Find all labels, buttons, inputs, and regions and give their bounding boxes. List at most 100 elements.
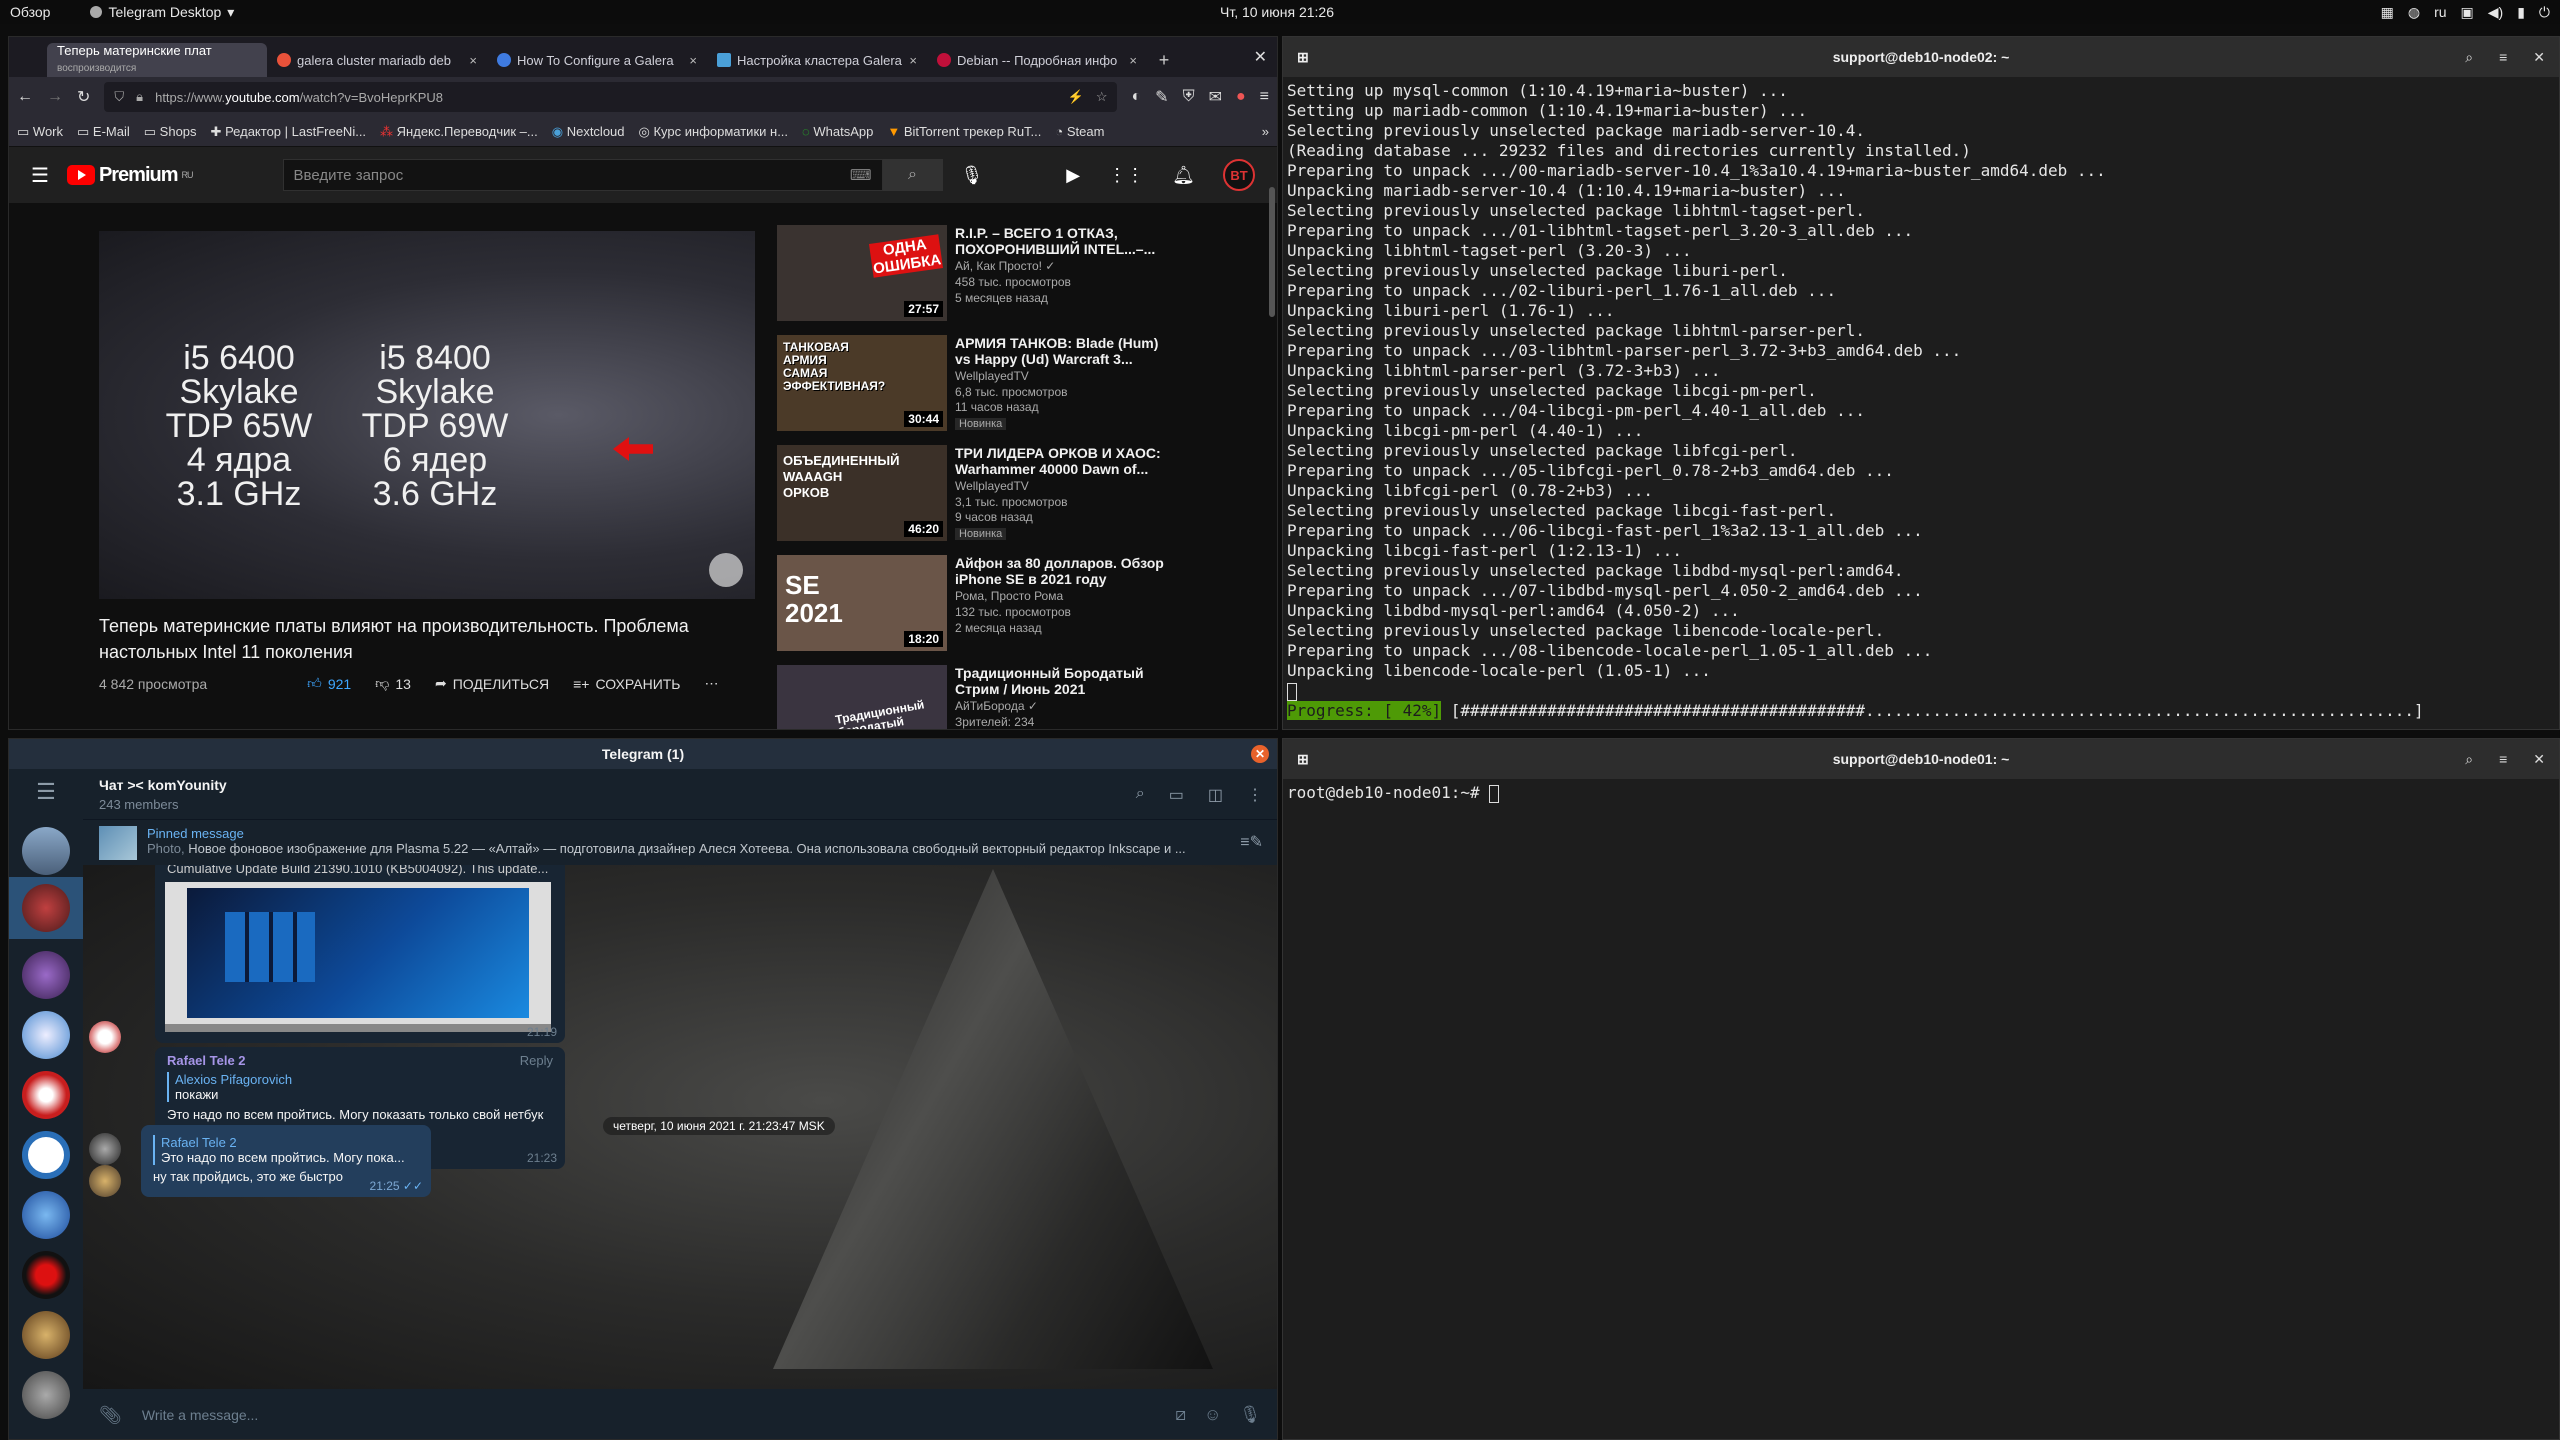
emoji-icon[interactable]: ☺ [1204, 1405, 1221, 1425]
channel-name[interactable]: WellplayedTV [955, 367, 1177, 385]
battery-icon[interactable]: ▮ [2517, 4, 2525, 21]
close-tab-icon[interactable]: × [469, 53, 477, 68]
youtube-search-input[interactable]: Введите запрос ⌨ [282, 159, 883, 191]
tab-configure-galera[interactable]: How To Configure a Galera × [487, 43, 707, 77]
reply-quote[interactable]: Rafael Tele 2 Это надо по всем пройтись. … [153, 1135, 419, 1165]
bookmark-rutracker[interactable]: ▼ BitTorrent трекер RuT... [887, 124, 1041, 139]
bookmark-lastfree[interactable]: ✚ Редактор | LastFreeNi... [211, 124, 367, 140]
page-scrollbar[interactable] [1269, 187, 1275, 317]
address-bar[interactable]: ⛉ 🔒︎ https://www.youtube.com/watch?v=Bvo… [104, 82, 1118, 112]
chat-avatar[interactable] [22, 1251, 70, 1299]
recommended-video[interactable]: ОДНА ОШИБКА 27:57 R.I.P. – ВСЕГО 1 ОТКАЗ,… [777, 225, 1177, 331]
chat-avatar[interactable] [22, 1371, 70, 1419]
dislike-button[interactable]: 👎︎ 13 [375, 675, 411, 692]
message-author[interactable]: Rafael Tele 2 [167, 1053, 246, 1068]
bookmark-email[interactable]: ▭ E-Mail [77, 124, 130, 140]
close-icon[interactable]: ✕ [1251, 745, 1269, 763]
chat-avatar[interactable] [22, 1311, 70, 1359]
tab-youtube[interactable]: Теперь материнские плат воспроизводится [47, 43, 267, 77]
share-button[interactable]: ➦ ПОДЕЛИТЬСЯ [435, 675, 549, 692]
pinned-list-icon[interactable]: ≡✎ [1240, 832, 1263, 852]
lightning-icon[interactable]: ⚡ [1068, 89, 1084, 105]
attach-icon[interactable]: 📎︎ [99, 1405, 122, 1426]
message-bubble-outgoing[interactable]: Rafael Tele 2 Это надо по всем пройтись. … [141, 1125, 431, 1197]
hamburger-menu-icon[interactable]: ☰ [9, 769, 83, 815]
chat-avatar[interactable] [22, 951, 70, 999]
hamburger-menu-icon[interactable]: ☰ [31, 163, 49, 188]
tab-galera-setup[interactable]: Настройка кластера Galera × [707, 43, 927, 77]
terminal-output[interactable]: root@deb10-node01:~# [1283, 779, 2559, 803]
chat-messages-area[interactable]: Cumulative Update Build 21390.1010 (KB50… [83, 865, 1277, 1389]
search-button[interactable]: ⌕ [882, 159, 943, 191]
search-icon[interactable]: ⌕ [2465, 49, 2473, 66]
new-tab-icon[interactable]: ⊞ [1297, 751, 1309, 768]
tab-debian[interactable]: Debian -- Подробная инфо × [927, 43, 1147, 77]
reply-quote[interactable]: Alexios Pifagorovich покажи [167, 1072, 553, 1102]
lock-icon[interactable]: 🔒︎ [136, 89, 143, 105]
tab-galera-search[interactable]: galera cluster mariadb deb × [267, 43, 487, 77]
bookmark-whatsapp[interactable]: ◌ WhatsApp [802, 124, 873, 139]
laptop-screenshot-image[interactable] [165, 882, 551, 1032]
close-tab-icon[interactable]: × [909, 53, 917, 68]
sidebar-toggle-icon[interactable]: ◫ [1208, 785, 1223, 805]
bookmark-informatics[interactable]: ◎ Курс информатики н... [639, 124, 789, 140]
extension-icon[interactable]: ✎ [1155, 87, 1168, 107]
pinned-message-bar[interactable]: Pinned message Photo, Новое фоновое изоб… [83, 819, 1277, 865]
shield-icon[interactable]: ⛉ [114, 89, 124, 105]
bot-commands-icon[interactable]: ⧄ [1175, 1405, 1186, 1425]
close-tab-icon[interactable]: × [689, 53, 697, 68]
youtube-logo[interactable]: Premium RU [66, 164, 194, 187]
channel-name[interactable]: АйТиБорода ✓ [955, 697, 1177, 715]
forward-icon[interactable]: → [47, 88, 63, 106]
avatar[interactable] [89, 1165, 121, 1197]
clock[interactable]: Чт, 10 июня 21:26 [1220, 4, 1334, 20]
channel-name[interactable]: WellplayedTV [955, 477, 1177, 495]
more-options-icon[interactable]: ⋮ [1247, 785, 1263, 805]
new-tab-icon[interactable]: ⊞ [1297, 49, 1309, 66]
terminal-output[interactable]: Setting up mysql-common (1:10.4.19+maria… [1283, 77, 2559, 721]
close-icon[interactable]: ✕ [2533, 751, 2545, 768]
close-icon[interactable]: ✕ [2533, 49, 2545, 66]
video-thumbnail[interactable]: Традиционный бородатый Стрим [777, 665, 947, 729]
video-thumbnail[interactable]: ТАНКОВАЯ АРМИЯ САМАЯ ЭФФЕКТИВНАЯ? 30:44 [777, 335, 947, 431]
search-icon[interactable]: ⌕ [1136, 785, 1145, 805]
bookmark-yandex-translate[interactable]: ⁂ Яндекс.Переводчик –... [380, 124, 538, 140]
language-indicator[interactable]: ru [2434, 4, 2446, 20]
recommended-video[interactable]: Традиционный бородатый Стрим Традиционны… [777, 665, 1177, 729]
search-icon[interactable]: ⌕ [2465, 751, 2473, 768]
extension-icon[interactable]: ◐ [1131, 88, 1141, 106]
close-window-icon[interactable]: ✕ [1254, 47, 1267, 67]
volume-icon[interactable]: ◀) [2488, 4, 2503, 21]
more-actions-icon[interactable]: ⋯ [705, 675, 719, 692]
reload-icon[interactable]: ↻ [77, 87, 90, 107]
message-input[interactable]: Write a message... [142, 1407, 1155, 1423]
bookmark-star-icon[interactable]: ☆ [1096, 89, 1108, 105]
chat-avatar[interactable] [22, 1071, 70, 1119]
reply-button[interactable]: Reply [520, 1053, 553, 1068]
power-icon[interactable]: ⏻ [2539, 4, 2550, 21]
chat-avatar[interactable] [22, 1131, 70, 1179]
active-app-menu[interactable]: Telegram Desktop ▾ [90, 4, 234, 21]
menu-icon[interactable]: ≡ [2499, 49, 2507, 66]
back-icon[interactable]: ← [17, 88, 33, 106]
channel-name[interactable]: Рома, Просто Рома [955, 587, 1177, 605]
keyboard-icon[interactable]: ⌨ [850, 166, 872, 184]
microphone-icon[interactable]: 🎙︎ [1239, 1405, 1261, 1425]
grid-icon[interactable]: ▦ [2381, 4, 2394, 21]
chat-avatar[interactable] [22, 1011, 70, 1059]
channel-name[interactable]: Ай, Как Просто! ✓ [955, 257, 1177, 275]
save-button[interactable]: ≡+ СОХРАНИТЬ [573, 676, 680, 692]
new-tab-button[interactable]: + [1147, 43, 1181, 77]
chat-avatar[interactable] [22, 1191, 70, 1239]
extension-icon[interactable]: ✉ [1209, 87, 1222, 107]
video-thumbnail[interactable]: ОБЪЕДИНЕННЫЙ WAAAGH ОРКОВ 46:20 [777, 445, 947, 541]
chat-header[interactable]: Чат >< komYounity 243 members ⌕ ▭ ◫ ⋮ [83, 769, 1277, 819]
close-tab-icon[interactable]: × [1129, 53, 1137, 68]
bookmark-work[interactable]: ▭ Work [17, 124, 63, 140]
avatar[interactable]: BT [1223, 159, 1255, 191]
video-thumbnail[interactable]: SE 2021 18:20 [777, 555, 947, 651]
menu-icon[interactable]: ≡ [2499, 751, 2507, 768]
extension-icon[interactable]: ⛨ [1183, 88, 1195, 106]
notifications-bell-icon[interactable]: 🔔︎ [1172, 165, 1195, 186]
avatar[interactable] [89, 1133, 121, 1165]
